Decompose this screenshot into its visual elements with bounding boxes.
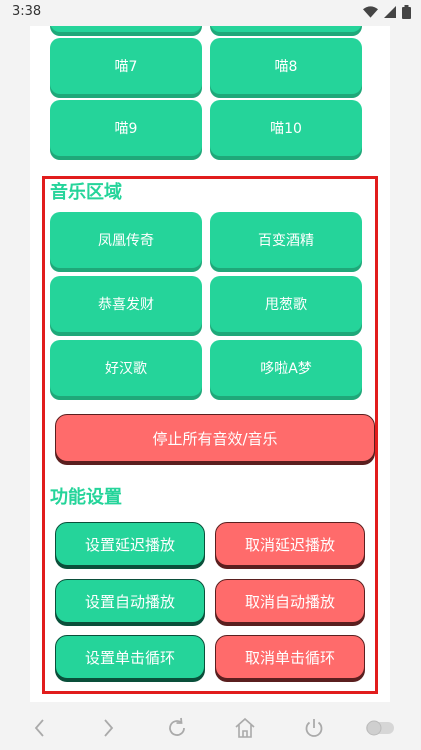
- highlight-box: [42, 176, 378, 694]
- home-icon[interactable]: [233, 716, 257, 740]
- back-icon[interactable]: [28, 716, 52, 740]
- meow-8-button[interactable]: 喵8: [210, 38, 362, 94]
- meow-button-partial-left[interactable]: [50, 26, 202, 32]
- app-screen: 3:38 喵7 喵8 喵9 喵10 音乐区域 凤凰传奇 百变酒精 恭喜发财 甩葱…: [0, 0, 421, 750]
- status-icons: [363, 5, 411, 19]
- toggle-icon[interactable]: [364, 716, 396, 740]
- wifi-icon: [363, 6, 378, 18]
- meow-7-button[interactable]: 喵7: [50, 38, 202, 94]
- forward-icon[interactable]: [96, 716, 120, 740]
- meow-button-partial-right[interactable]: [210, 26, 362, 32]
- battery-icon: [402, 5, 411, 19]
- meow-9-button[interactable]: 喵9: [50, 100, 202, 156]
- signal-icon: [384, 6, 396, 18]
- status-bar: 3:38: [0, 0, 421, 26]
- bottom-nav-bar: [0, 704, 421, 750]
- refresh-icon[interactable]: [165, 716, 189, 740]
- power-icon[interactable]: [302, 716, 326, 740]
- status-time: 3:38: [12, 4, 42, 19]
- meow-10-button[interactable]: 喵10: [210, 100, 362, 156]
